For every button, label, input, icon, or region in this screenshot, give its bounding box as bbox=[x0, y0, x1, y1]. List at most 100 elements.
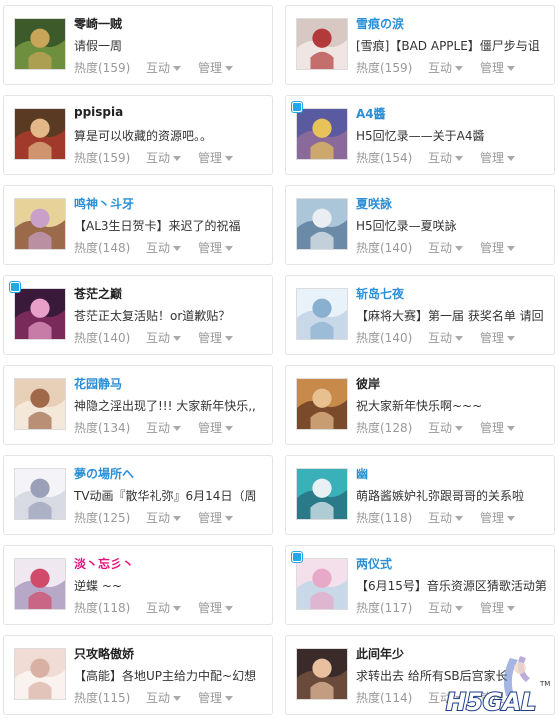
user-name-link[interactable]: 苍茫之巅 bbox=[74, 285, 122, 302]
heat-counter: 热度(140) bbox=[356, 331, 413, 345]
caret-down-icon bbox=[173, 156, 182, 161]
status-text[interactable]: H5回忆录——关于A4醬 bbox=[356, 127, 550, 144]
card-meta-row: 热度(159) 互动 管理 bbox=[356, 59, 540, 76]
user-name-link[interactable]: 斩岛七夜 bbox=[356, 285, 404, 302]
avatar[interactable] bbox=[14, 558, 66, 610]
interact-dropdown[interactable]: 互动 bbox=[146, 239, 198, 256]
manage-dropdown[interactable]: 管理 bbox=[480, 149, 540, 166]
status-text[interactable]: 苍茫正太复活贴！or道歉贴？ bbox=[74, 307, 268, 324]
interact-dropdown[interactable]: 互动 bbox=[146, 329, 198, 346]
manage-dropdown[interactable]: 管理 bbox=[480, 509, 540, 526]
user-name-link[interactable]: A4醬 bbox=[356, 105, 386, 122]
user-card: 淡丶忘彡丶 逆蝶 ~~ 热度(118) 互动 管理 bbox=[3, 545, 273, 625]
avatar[interactable] bbox=[14, 648, 66, 700]
user-name-link[interactable]: 彼岸 bbox=[356, 375, 380, 392]
caret-down-icon bbox=[507, 246, 516, 251]
avatar[interactable] bbox=[296, 378, 348, 430]
user-card: 鸣神丶斗牙 【AL3生日贺卡】来迟了的祝福 热度(148) 互动 管理 bbox=[3, 185, 273, 265]
manage-dropdown[interactable]: 管理 bbox=[198, 689, 258, 706]
interact-dropdown[interactable]: 互动 bbox=[428, 419, 480, 436]
interact-dropdown[interactable]: 互动 bbox=[146, 509, 198, 526]
card-meta-row: 热度(159) 互动 管理 bbox=[74, 59, 258, 76]
avatar[interactable] bbox=[14, 108, 66, 160]
interact-dropdown[interactable]: 互动 bbox=[428, 329, 480, 346]
manage-dropdown[interactable]: 管理 bbox=[480, 419, 540, 436]
manage-dropdown[interactable]: 管理 bbox=[198, 59, 258, 76]
avatar[interactable] bbox=[296, 648, 348, 700]
manage-dropdown[interactable]: 管理 bbox=[480, 59, 540, 76]
user-name-link[interactable]: 两仪式 bbox=[356, 555, 392, 572]
caret-down-icon bbox=[173, 246, 182, 251]
caret-down-icon bbox=[455, 606, 464, 611]
user-name-link[interactable]: 只攻略傲娇 bbox=[74, 645, 134, 662]
manage-dropdown[interactable]: 管理 bbox=[198, 239, 258, 256]
user-name-link[interactable]: 花园静马 bbox=[74, 375, 122, 392]
svg-text:TM: TM bbox=[539, 680, 550, 688]
status-text[interactable]: 萌路酱嫉妒礼弥跟哥哥的关系啦 bbox=[356, 487, 550, 504]
user-name-link[interactable]: ppispia bbox=[74, 105, 123, 119]
avatar[interactable] bbox=[14, 378, 66, 430]
manage-label: 管理 bbox=[198, 421, 223, 435]
caret-down-icon bbox=[507, 66, 516, 71]
status-text[interactable]: H5回忆录—夏咲詠 bbox=[356, 217, 550, 234]
manage-dropdown[interactable]: 管理 bbox=[480, 329, 540, 346]
interact-label: 互动 bbox=[146, 331, 171, 345]
manage-dropdown[interactable]: 管理 bbox=[198, 149, 258, 166]
interact-dropdown[interactable]: 互动 bbox=[146, 689, 198, 706]
status-text[interactable]: 【高能】各地UP主给力中配~幻想 bbox=[74, 667, 268, 684]
user-card: 夢の場所へ TV动画『散华礼弥』6月14日（周 热度(125) 互动 管理 bbox=[3, 455, 273, 535]
manage-dropdown[interactable]: 管理 bbox=[480, 239, 540, 256]
interact-label: 互动 bbox=[428, 511, 453, 525]
status-text[interactable]: 【麻将大赛】第一届 获奖名单 请回 bbox=[356, 307, 550, 324]
status-text[interactable]: 神隐之淫出现了!!! 大家新年快乐,, bbox=[74, 397, 268, 414]
caret-down-icon bbox=[455, 156, 464, 161]
status-text[interactable]: 【AL3生日贺卡】来迟了的祝福 bbox=[74, 217, 268, 234]
avatar[interactable] bbox=[296, 468, 348, 520]
avatar[interactable] bbox=[14, 468, 66, 520]
manage-dropdown[interactable]: 管理 bbox=[198, 599, 258, 616]
heat-counter: 热度(134) bbox=[74, 421, 131, 435]
manage-dropdown[interactable]: 管理 bbox=[480, 599, 540, 616]
interact-dropdown[interactable]: 互动 bbox=[146, 599, 198, 616]
status-text[interactable]: 请假一周 bbox=[74, 37, 268, 54]
avatar[interactable] bbox=[296, 288, 348, 340]
interact-dropdown[interactable]: 互动 bbox=[428, 149, 480, 166]
interact-dropdown[interactable]: 互动 bbox=[428, 599, 480, 616]
avatar[interactable] bbox=[296, 558, 348, 610]
avatar[interactable] bbox=[296, 18, 348, 70]
avatar[interactable] bbox=[14, 288, 66, 340]
status-text[interactable]: 算是可以收藏的资源吧。。 bbox=[74, 127, 268, 144]
user-name-link[interactable]: 幽 bbox=[356, 465, 368, 482]
card-meta-row: 热度(154) 互动 管理 bbox=[356, 149, 540, 166]
status-text[interactable]: [雪痕]【BAD APPLE】僵尸步与诅 bbox=[356, 37, 550, 54]
user-name-link[interactable]: 鸣神丶斗牙 bbox=[74, 195, 134, 212]
heat-counter: 热度(115) bbox=[74, 691, 131, 705]
manage-label: 管理 bbox=[198, 511, 223, 525]
status-text[interactable]: TV动画『散华礼弥』6月14日（周 bbox=[74, 487, 268, 504]
caret-down-icon bbox=[455, 66, 464, 71]
avatar[interactable] bbox=[14, 18, 66, 70]
status-text[interactable]: 【6月15号】音乐资源区猜歌活动第 bbox=[356, 577, 550, 594]
interact-dropdown[interactable]: 互动 bbox=[428, 239, 480, 256]
user-name-link[interactable]: 雪痕の涙 bbox=[356, 15, 404, 32]
manage-dropdown[interactable]: 管理 bbox=[198, 509, 258, 526]
interact-dropdown[interactable]: 互动 bbox=[146, 59, 198, 76]
interact-dropdown[interactable]: 互动 bbox=[146, 149, 198, 166]
user-name-link[interactable]: 夢の場所へ bbox=[74, 465, 134, 482]
status-text[interactable]: 祝大家新年快乐啊~~~ bbox=[356, 397, 550, 414]
status-text[interactable]: 逆蝶 ~~ bbox=[74, 577, 268, 594]
interact-label: 互动 bbox=[428, 61, 453, 75]
caret-down-icon bbox=[455, 336, 464, 341]
user-name-link[interactable]: 夏咲詠 bbox=[356, 195, 392, 212]
user-name-link[interactable]: 淡丶忘彡丶 bbox=[74, 555, 134, 572]
interact-dropdown[interactable]: 互动 bbox=[428, 509, 480, 526]
avatar[interactable] bbox=[296, 198, 348, 250]
avatar[interactable] bbox=[14, 198, 66, 250]
interact-dropdown[interactable]: 互动 bbox=[146, 419, 198, 436]
manage-dropdown[interactable]: 管理 bbox=[198, 419, 258, 436]
interact-dropdown[interactable]: 互动 bbox=[428, 59, 480, 76]
manage-dropdown[interactable]: 管理 bbox=[198, 329, 258, 346]
user-name-link[interactable]: 零崎一贼 bbox=[74, 15, 122, 32]
avatar[interactable] bbox=[296, 108, 348, 160]
user-name-link[interactable]: 此间年少 bbox=[356, 645, 404, 662]
